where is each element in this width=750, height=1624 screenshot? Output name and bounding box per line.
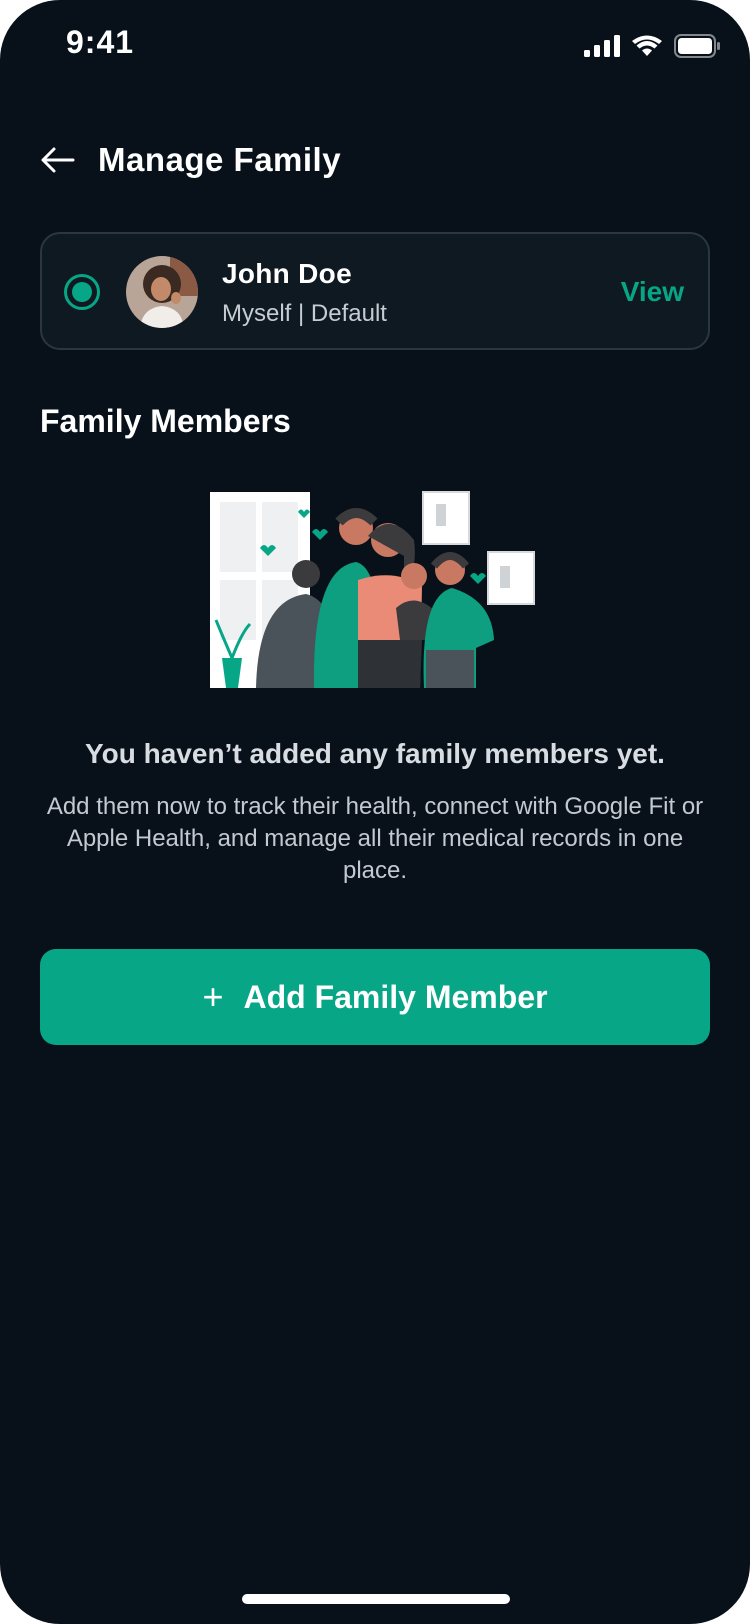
status-time: 9:41: [66, 24, 135, 60]
avatar: [126, 256, 198, 328]
view-profile-link[interactable]: View: [621, 276, 684, 308]
header: Manage Family: [40, 140, 341, 180]
back-arrow-icon: [41, 147, 75, 173]
profile-name: John Doe: [222, 258, 352, 289]
add-family-member-button[interactable]: + Add Family Member: [40, 949, 710, 1045]
add-button-label: Add Family Member: [243, 978, 548, 1015]
status-icons: [584, 34, 720, 58]
battery-icon: [674, 34, 720, 58]
plus-icon: +: [202, 976, 224, 1017]
empty-state-body: Add them now to track their health, conn…: [46, 793, 704, 884]
page-title: Manage Family: [98, 141, 342, 178]
section-title: Family Members: [40, 403, 291, 439]
signal-icon: [584, 35, 620, 57]
home-indicator[interactable]: [242, 1594, 510, 1604]
empty-state-title: You haven’t added any family members yet…: [85, 738, 665, 769]
profile-card[interactable]: John Doe Myself | Default View: [40, 232, 710, 350]
radio-dot: [72, 282, 92, 302]
phone-screen: 9:41 Manage Family John Doe Myself | Def…: [0, 0, 750, 1624]
wifi-icon: [632, 35, 662, 56]
profile-subtitle: Myself | Default: [222, 300, 387, 327]
back-button[interactable]: [40, 140, 88, 180]
selected-radio[interactable]: [64, 274, 100, 310]
family-illustration: [208, 490, 538, 690]
